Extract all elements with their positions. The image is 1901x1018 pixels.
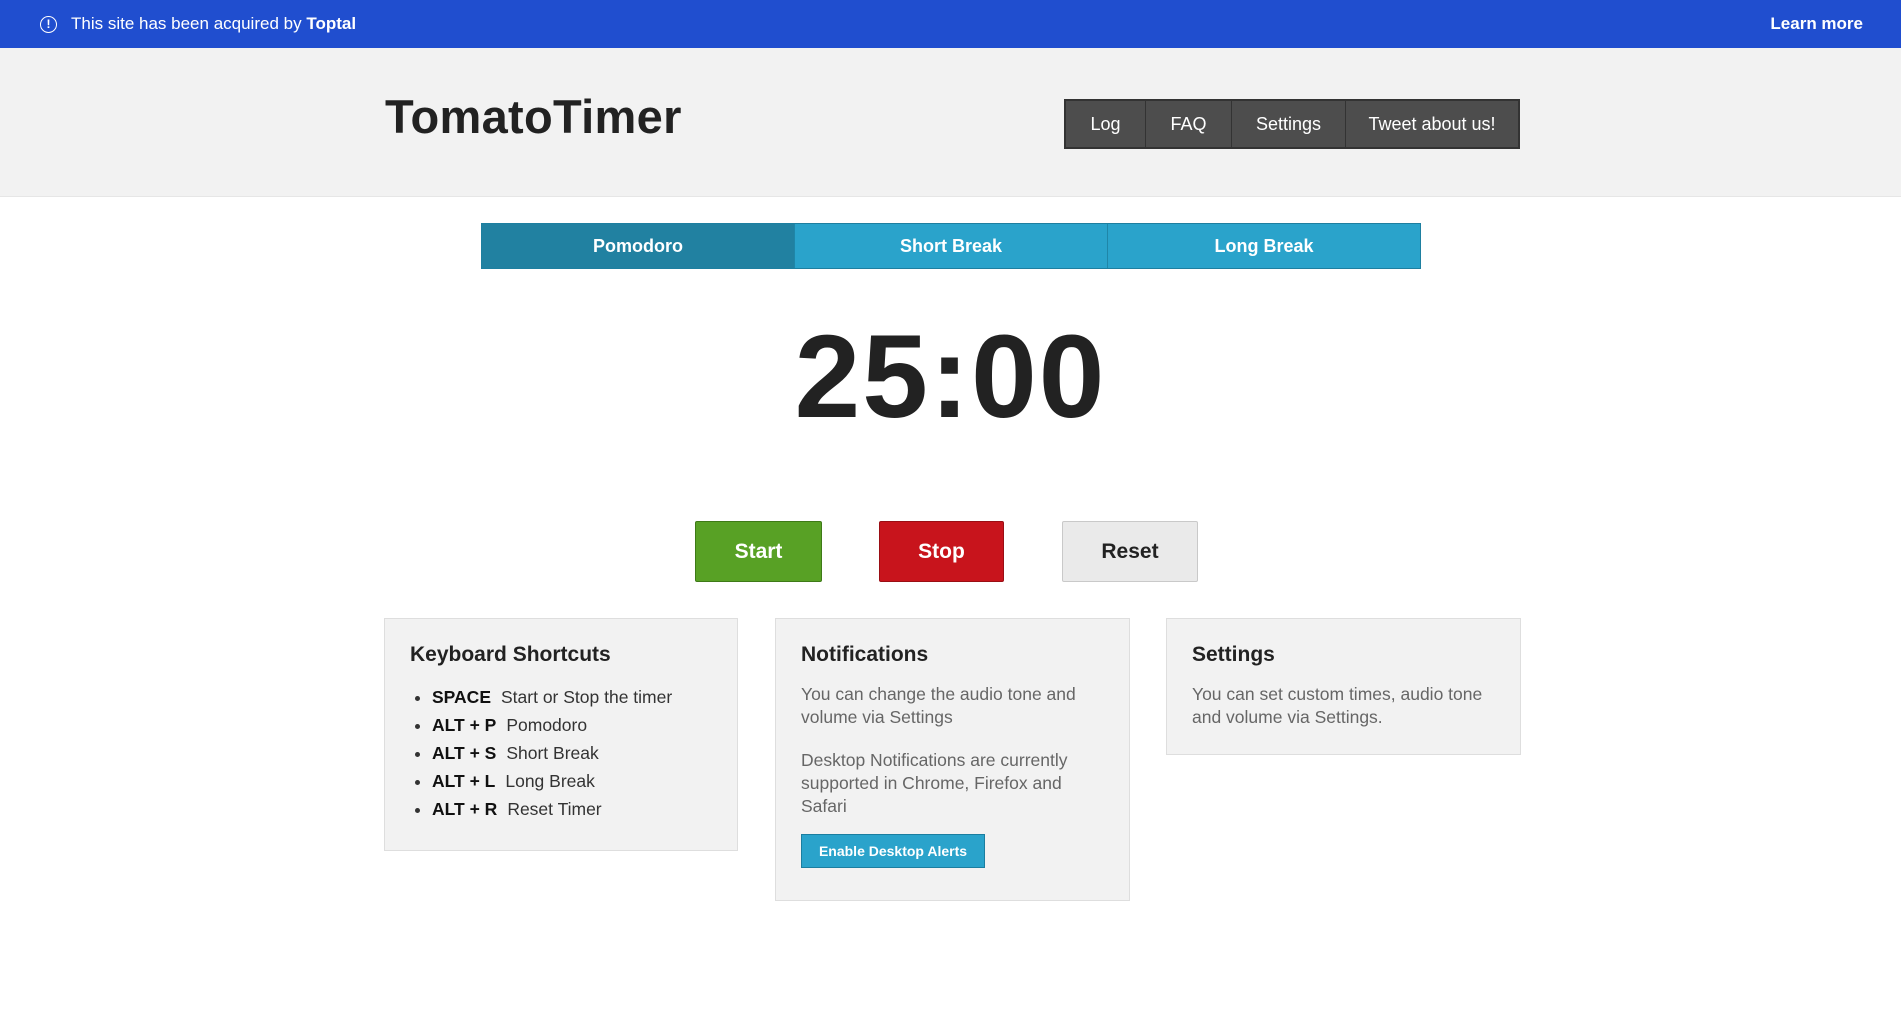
shortcut-desc: Start or Stop the timer — [501, 687, 673, 707]
shortcut-key: ALT + R — [432, 799, 498, 819]
acquisition-banner: ! This site has been acquired by Toptal … — [0, 0, 1901, 48]
banner-text: This site has been acquired by — [71, 14, 302, 33]
banner-message: This site has been acquired by Toptal — [71, 14, 356, 34]
shortcut-key: ALT + P — [432, 715, 497, 735]
list-item: ALT + S Short Break — [432, 739, 712, 767]
banner-brand: Toptal — [306, 14, 357, 33]
shortcut-desc: Long Break — [505, 771, 595, 791]
shortcut-desc: Pomodoro — [506, 715, 588, 735]
settings-card: Settings You can set custom times, audio… — [1166, 618, 1521, 755]
nav-faq[interactable]: FAQ — [1146, 101, 1232, 147]
list-item: ALT + P Pomodoro — [432, 711, 712, 739]
banner-message-group: ! This site has been acquired by Toptal — [40, 14, 356, 34]
timer-display: 25:00 — [794, 311, 1107, 443]
shortcuts-list: SPACE Start or Stop the timer ALT + P Pomo… — [410, 683, 712, 823]
settings-text: You can set custom times, audio tone and… — [1192, 684, 1483, 727]
nav-tweet[interactable]: Tweet about us! — [1346, 101, 1518, 147]
site-header: TomatoTimer Log FAQ Settings Tweet about… — [0, 48, 1901, 197]
nav-settings[interactable]: Settings — [1232, 101, 1346, 147]
stop-button[interactable]: Stop — [879, 521, 1004, 582]
shortcut-key: SPACE — [432, 687, 491, 707]
list-item: ALT + R Reset Timer — [432, 795, 712, 823]
info-icon: ! — [40, 15, 57, 33]
notifications-card: Notifications You can change the audio t… — [775, 618, 1130, 901]
mode-tabs: Pomodoro Short Break Long Break — [481, 223, 1421, 269]
tab-long-break[interactable]: Long Break — [1108, 224, 1420, 268]
notifications-title: Notifications — [801, 643, 929, 666]
top-navigation: Log FAQ Settings Tweet about us! — [1064, 99, 1520, 149]
enable-desktop-alerts-button[interactable]: Enable Desktop Alerts — [801, 834, 985, 868]
notifications-text-browsers: Desktop Notifications are currently supp… — [801, 750, 1068, 816]
notifications-text-audio: You can change the audio tone and volume… — [801, 684, 1076, 727]
start-button[interactable]: Start — [695, 521, 822, 582]
shortcut-desc: Reset Timer — [507, 799, 602, 819]
nav-log[interactable]: Log — [1066, 101, 1146, 147]
shortcuts-title: Keyboard Shortcuts — [410, 643, 611, 666]
list-item: SPACE Start or Stop the timer — [432, 683, 712, 711]
list-item: ALT + L Long Break — [432, 767, 712, 795]
shortcut-desc: Short Break — [506, 743, 599, 763]
reset-button[interactable]: Reset — [1062, 521, 1198, 582]
shortcut-key: ALT + S — [432, 743, 497, 763]
learn-more-link[interactable]: Learn more — [1770, 14, 1863, 34]
tab-short-break[interactable]: Short Break — [795, 224, 1108, 268]
tab-pomodoro[interactable]: Pomodoro — [482, 224, 795, 268]
settings-title: Settings — [1192, 643, 1275, 666]
shortcut-key: ALT + L — [432, 771, 496, 791]
site-logo[interactable]: TomatoTimer — [385, 89, 682, 144]
keyboard-shortcuts-card: Keyboard Shortcuts SPACE Start or Stop th… — [384, 618, 738, 851]
